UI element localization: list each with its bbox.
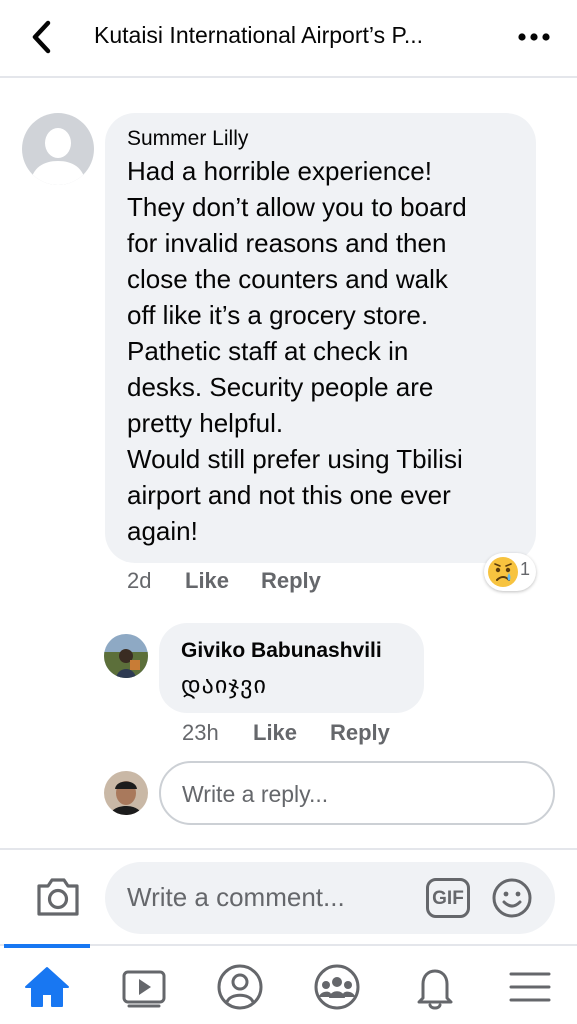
home-icon <box>25 967 69 1007</box>
active-tab-indicator <box>4 944 90 948</box>
menu-icon <box>509 972 551 1002</box>
comment-author[interactable]: Summer Lilly <box>127 127 514 151</box>
comment-line: pretty helpful. <box>127 408 284 438</box>
reply-button[interactable]: Reply <box>330 720 390 746</box>
more-options-button[interactable] <box>514 22 554 52</box>
watch-icon <box>122 970 166 1008</box>
comment-time: 2d <box>127 568 152 593</box>
gif-button[interactable]: GIF <box>426 878 470 918</box>
chevron-left-icon <box>32 20 51 54</box>
like-button[interactable]: Like <box>185 568 229 594</box>
comment-input[interactable]: Write a comment... GIF <box>105 862 555 934</box>
profile-icon <box>217 964 263 1010</box>
comment-line: for invalid reasons and then <box>127 228 447 258</box>
comment-line: Would still prefer using Tbilisi <box>127 444 463 474</box>
tab-groups[interactable] <box>310 960 364 1014</box>
reply-input-placeholder: Write a reply... <box>182 781 329 807</box>
groups-icon <box>314 964 360 1010</box>
comment-actions: 2d Like Reply <box>0 568 577 598</box>
page-title: Kutaisi International Airport’s P... <box>94 22 424 48</box>
top-bar: Kutaisi International Airport’s P... <box>0 0 577 78</box>
reply-button[interactable]: Reply <box>261 568 321 594</box>
like-button[interactable]: Like <box>253 720 297 746</box>
comment-bubble: Summer Lilly Had a horrible experience! … <box>105 113 536 563</box>
comment-text: Had a horrible experience! They don’t al… <box>127 153 514 549</box>
comment-line: again! <box>127 516 198 546</box>
smiley-icon <box>492 878 532 918</box>
camera-button[interactable] <box>35 876 81 918</box>
tab-menu[interactable] <box>503 960 557 1014</box>
default-profile-icon <box>22 113 94 185</box>
divider <box>0 848 577 850</box>
profile-photo <box>104 634 148 678</box>
camera-icon <box>37 878 79 916</box>
comment-line: desks. Security people are <box>127 372 434 402</box>
back-button[interactable] <box>26 18 60 56</box>
bottom-tab-bar <box>0 944 577 1024</box>
reply-bubble: Giviko Babunashvili დაიჯვი <box>159 623 424 713</box>
avatar <box>104 771 148 815</box>
comment-line: Pathetic staff at check in <box>127 336 409 366</box>
tab-notifications[interactable] <box>408 960 462 1014</box>
comment-line: airport and not this one ever <box>127 480 451 510</box>
comment-line: They don’t allow you to board <box>127 192 467 222</box>
reply-time: 23h <box>182 720 219 745</box>
notifications-icon <box>417 969 453 1010</box>
tab-profile[interactable] <box>213 960 267 1014</box>
tab-watch[interactable] <box>117 960 171 1014</box>
reply-actions: 23h Like Reply <box>0 720 577 750</box>
emoji-button[interactable] <box>490 876 534 920</box>
avatar[interactable] <box>104 634 148 678</box>
comment-line: close the counters and walk <box>127 264 448 294</box>
gif-label: GIF <box>432 888 464 909</box>
avatar[interactable] <box>22 113 94 185</box>
reply-input[interactable]: Write a reply... <box>159 761 555 825</box>
comment-line: Had a horrible experience! <box>127 156 432 186</box>
tab-home[interactable] <box>20 960 74 1014</box>
reply-author[interactable]: Giviko Babunashvili <box>181 639 402 663</box>
more-horizontal-icon <box>518 33 550 41</box>
comment-input-placeholder: Write a comment... <box>127 882 345 912</box>
profile-photo <box>104 771 148 815</box>
comment-line: off like it’s a grocery store. <box>127 300 429 330</box>
reply-text: დაიჯვი <box>181 672 267 699</box>
